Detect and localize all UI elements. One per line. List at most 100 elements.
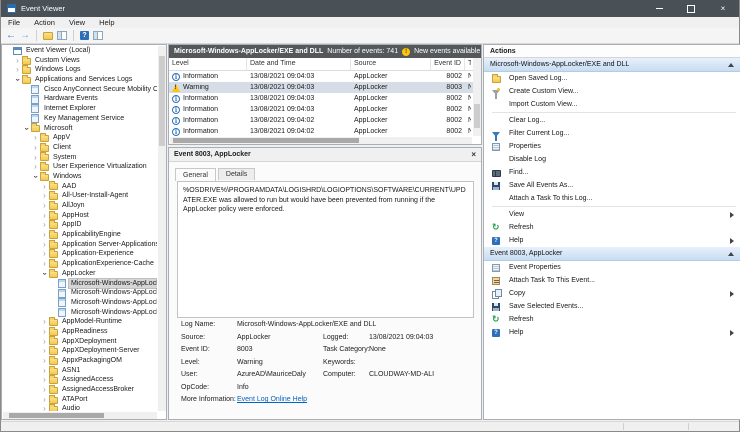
chevron-collapsed-icon[interactable]: › bbox=[40, 366, 49, 376]
chevron-collapsed-icon[interactable]: › bbox=[40, 249, 49, 259]
menu-file[interactable]: File bbox=[8, 18, 20, 27]
tree-item[interactable]: › AppV bbox=[2, 133, 157, 143]
back-icon[interactable]: ← bbox=[6, 30, 16, 41]
chevron-collapsed-icon[interactable]: › bbox=[31, 162, 40, 172]
event-row[interactable]: Information 13/08/2021 09:04:03 AppLocker 8… bbox=[169, 104, 473, 115]
action-refresh[interactable]: Refresh bbox=[484, 313, 740, 326]
tree-item[interactable]: › AppLocker bbox=[2, 268, 157, 279]
action-create-custom-view[interactable]: Create Custom View... bbox=[484, 85, 740, 99]
close-button[interactable]: × bbox=[707, 0, 739, 17]
menu-help[interactable]: Help bbox=[99, 18, 114, 27]
tree-item[interactable]: › Audio bbox=[2, 404, 157, 411]
chevron-collapsed-icon[interactable]: › bbox=[40, 191, 49, 201]
tree-item[interactable]: Hardware Events bbox=[2, 94, 157, 104]
tree-item[interactable]: Microsoft-Windows-AppLocke bbox=[2, 277, 157, 290]
tree-item[interactable]: Microsoft-Windows-AppLocke bbox=[2, 298, 157, 308]
tree-item[interactable]: Event Viewer (Local) bbox=[2, 46, 157, 56]
tree-item[interactable]: › AssignedAccessBroker bbox=[2, 384, 157, 395]
column-header-event-id[interactable]: Event ID bbox=[431, 58, 465, 70]
action-save-all-events-as[interactable]: Save All Events As... bbox=[484, 179, 740, 192]
tree-item[interactable]: › AppXDeployment-Server bbox=[2, 346, 157, 356]
close-detail-icon[interactable]: × bbox=[471, 150, 476, 159]
column-header-date[interactable]: Date and Time bbox=[247, 58, 351, 70]
action-help[interactable]: Help bbox=[484, 326, 740, 339]
tree-item[interactable]: › AssignedAccess bbox=[2, 375, 157, 385]
chevron-expanded-icon[interactable]: › bbox=[31, 172, 40, 181]
event-row[interactable]: Information 13/08/2021 09:04:03 AppLocker 8… bbox=[169, 71, 473, 82]
show-action-pane-icon[interactable] bbox=[93, 31, 103, 40]
tree-item[interactable]: › Windows Logs bbox=[2, 65, 157, 75]
list-horizontal-scrollbar[interactable] bbox=[170, 137, 472, 144]
scrollbar-thumb[interactable] bbox=[474, 104, 480, 128]
action-disable-log[interactable]: Disable Log bbox=[484, 153, 740, 166]
chevron-collapsed-icon[interactable]: › bbox=[40, 375, 49, 385]
menu-view[interactable]: View bbox=[69, 18, 85, 27]
help-icon[interactable]: ? bbox=[80, 31, 89, 40]
column-header-level[interactable]: Level bbox=[169, 58, 247, 70]
tree-item[interactable]: › Custom Views bbox=[2, 55, 157, 66]
event-row[interactable]: Information 13/08/2021 09:04:03 AppLocker 8… bbox=[169, 93, 473, 104]
action-copy[interactable]: Copy bbox=[484, 287, 740, 300]
tree-item[interactable]: › AppXDeployment bbox=[2, 336, 157, 347]
tree-item[interactable]: › AppModel-Runtime bbox=[2, 317, 157, 327]
chevron-expanded-icon[interactable]: › bbox=[22, 124, 31, 133]
tree-vertical-scrollbar[interactable] bbox=[158, 46, 166, 411]
up-folder-icon[interactable] bbox=[43, 31, 53, 40]
chevron-collapsed-icon[interactable]: › bbox=[31, 143, 40, 153]
event-row[interactable]: Warning 13/08/2021 09:04:03 AppLocker 8003 N bbox=[169, 82, 473, 93]
action-view[interactable]: View bbox=[484, 208, 740, 221]
chevron-collapsed-icon[interactable]: › bbox=[40, 211, 49, 221]
tree-item[interactable]: › ApplicabilityEngine bbox=[2, 229, 157, 240]
tree-item[interactable]: › ASN1 bbox=[2, 365, 157, 376]
scrollbar-thumb[interactable] bbox=[159, 56, 165, 146]
action-attach-a-task-to-this-log[interactable]: Attach a Task To this Log... bbox=[484, 192, 740, 205]
forward-icon[interactable]: → bbox=[20, 30, 30, 41]
action-properties[interactable]: Properties bbox=[484, 140, 740, 153]
tab-details[interactable]: Details bbox=[217, 168, 256, 180]
tree-item[interactable]: › Microsoft bbox=[2, 123, 157, 134]
chevron-collapsed-icon[interactable]: › bbox=[40, 220, 49, 230]
menu-action[interactable]: Action bbox=[34, 18, 55, 27]
chevron-collapsed-icon[interactable]: › bbox=[40, 201, 49, 211]
chevron-collapsed-icon[interactable]: › bbox=[40, 404, 49, 411]
chevron-collapsed-icon[interactable]: › bbox=[31, 133, 40, 143]
tree-item[interactable]: › AppxPackagingOM bbox=[2, 355, 157, 366]
event-row[interactable]: Information 13/08/2021 09:04:02 AppLocker 8… bbox=[169, 115, 473, 126]
tree-item[interactable]: Internet Explorer bbox=[2, 104, 157, 114]
action-import-custom-view[interactable]: Import Custom View... bbox=[484, 98, 740, 111]
chevron-collapsed-icon[interactable]: › bbox=[40, 230, 49, 240]
chevron-collapsed-icon[interactable]: › bbox=[40, 346, 49, 356]
action-attach-task-to-this-event[interactable]: Attach Task To This Event... bbox=[484, 274, 740, 287]
tree-item[interactable]: › System bbox=[2, 152, 157, 163]
tree-item[interactable]: Key Management Service bbox=[2, 114, 157, 124]
list-vertical-scrollbar[interactable] bbox=[473, 58, 481, 136]
chevron-collapsed-icon[interactable]: › bbox=[40, 356, 49, 366]
actions-section-header[interactable]: Microsoft-Windows-AppLocker/EXE and DLL bbox=[484, 58, 740, 72]
tree-item[interactable]: › AppReadiness bbox=[2, 326, 157, 337]
event-row[interactable]: Information 13/08/2021 09:04:02 AppLocker 8… bbox=[169, 126, 473, 137]
action-event-properties[interactable]: Event Properties bbox=[484, 261, 740, 274]
tree-item[interactable]: › AAD bbox=[2, 181, 157, 192]
chevron-collapsed-icon[interactable]: › bbox=[40, 395, 49, 405]
action-clear-log[interactable]: Clear Log... bbox=[484, 114, 740, 127]
chevron-collapsed-icon[interactable]: › bbox=[13, 65, 22, 75]
tree-item[interactable]: › Application-Experience bbox=[2, 249, 157, 259]
tree-item[interactable]: › Applications and Services Logs bbox=[2, 74, 157, 85]
chevron-collapsed-icon[interactable]: › bbox=[40, 327, 49, 337]
tree-item[interactable]: › Client bbox=[2, 142, 157, 153]
maximize-button[interactable] bbox=[675, 0, 707, 17]
chevron-collapsed-icon[interactable]: › bbox=[40, 182, 49, 192]
chevron-expanded-icon[interactable]: › bbox=[40, 269, 49, 278]
scrollbar-thumb[interactable] bbox=[173, 138, 359, 143]
tree-item[interactable]: › All-User-Install-Agent bbox=[2, 191, 157, 201]
chevron-collapsed-icon[interactable]: › bbox=[40, 240, 49, 250]
tree-item[interactable]: › Application Server-Applications bbox=[2, 239, 157, 250]
event-log-online-help-link[interactable]: Event Log Online Help bbox=[237, 396, 307, 403]
chevron-collapsed-icon[interactable]: › bbox=[40, 317, 49, 327]
tree-item[interactable]: › AllJoyn bbox=[2, 200, 157, 211]
collapse-icon[interactable] bbox=[728, 251, 734, 256]
tree-item[interactable]: › AppID bbox=[2, 220, 157, 230]
minimize-button[interactable] bbox=[643, 0, 675, 17]
column-header-task-category[interactable]: Task Category bbox=[465, 58, 471, 70]
action-save-selected-events[interactable]: Save Selected Events... bbox=[484, 300, 740, 313]
